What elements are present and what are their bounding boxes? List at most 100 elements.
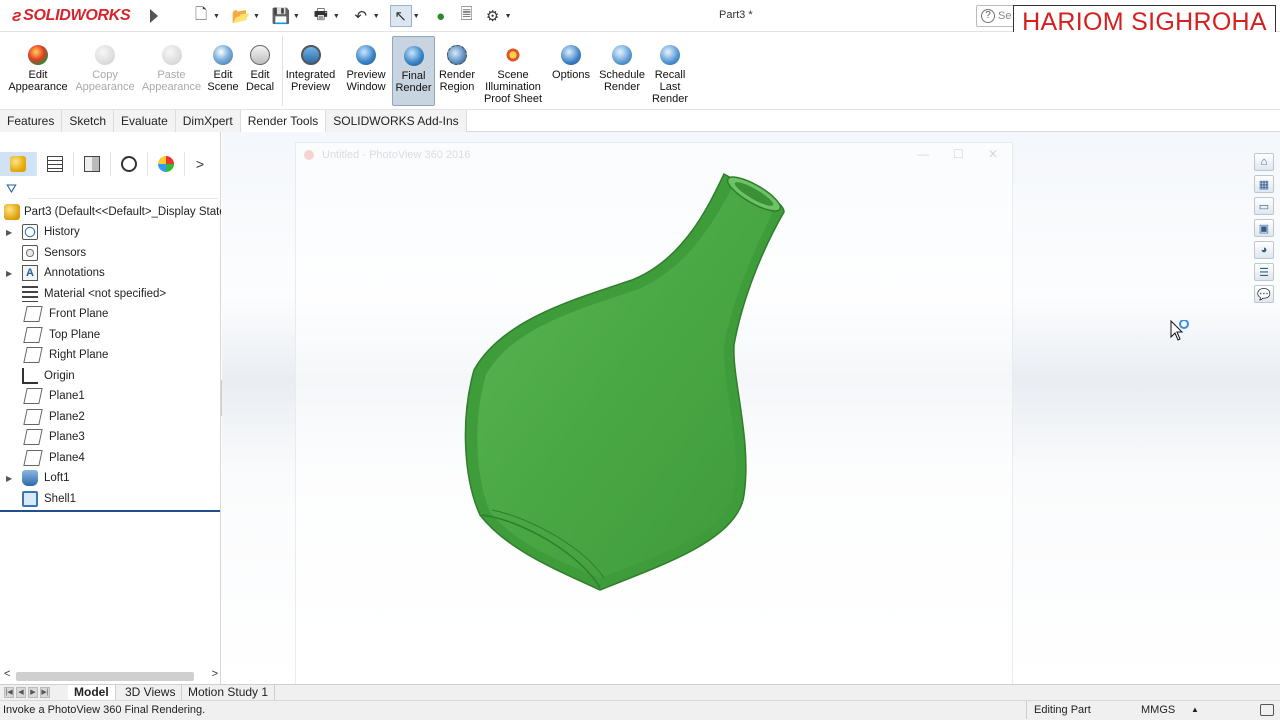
feature-manager-icon [10, 156, 26, 172]
tab-display-manager[interactable] [148, 152, 185, 176]
tab-property-manager[interactable] [37, 152, 74, 176]
chevron-down-icon[interactable]: ▼ [413, 13, 420, 20]
tree-item-plane3[interactable]: Plane3 [0, 427, 221, 448]
undo-icon[interactable]: ↶ [350, 5, 372, 27]
vase-model[interactable] [462, 170, 792, 600]
edit-scene-button[interactable]: Edit Scene [206, 36, 240, 106]
tab-3d-views[interactable]: 3D Views [119, 685, 183, 701]
search-input[interactable]: ? Se [976, 5, 1016, 27]
maximize-icon[interactable]: ☐ [953, 147, 964, 161]
chevron-down-icon[interactable]: ▼ [373, 13, 380, 20]
copy-appearance-label: Copy Appearance [75, 69, 135, 93]
tab-solidworks-add-ins[interactable]: SOLIDWORKS Add-Ins [326, 110, 467, 132]
tab-motion-study-1[interactable]: Motion Study 1 [182, 685, 276, 701]
minimize-icon[interactable]: — [917, 147, 929, 161]
options-button[interactable]: Options [549, 36, 593, 106]
custom-properties-icon[interactable]: ☰ [1254, 263, 1274, 281]
rx-chat-icon[interactable] [1260, 704, 1274, 716]
final-render-button[interactable]: Final Render [392, 36, 435, 106]
chevron-right-icon[interactable]: > [185, 156, 215, 172]
view-palette-icon[interactable]: ▣ [1254, 219, 1274, 237]
tree-item-label: Plane2 [49, 410, 85, 423]
photoview-title: Untitled - PhotoView 360 2016 [322, 149, 471, 161]
first-tab-icon[interactable]: |◀ [4, 687, 14, 698]
tree-root-part[interactable]: Part3 (Default<<Default>_Display State [0, 202, 221, 222]
tab-feature-manager[interactable] [0, 152, 37, 176]
tree-item-plane1[interactable]: Plane1 [0, 386, 221, 407]
chevron-up-icon[interactable]: ▲ [1191, 701, 1199, 719]
help-icon[interactable]: ? [981, 9, 995, 23]
scroll-right-icon[interactable]: > [212, 668, 218, 680]
open-icon[interactable]: 📂 [230, 5, 252, 27]
tree-item-annotations[interactable]: ▶ Annotations [0, 263, 221, 284]
copy-appearance-button[interactable]: Copy Appearance [74, 36, 136, 106]
tab-evaluate[interactable]: Evaluate [114, 110, 176, 132]
tree-item-material[interactable]: Material <not specified> [0, 284, 221, 305]
save-icon[interactable]: 💾 [270, 5, 292, 27]
tab-features[interactable]: Features [0, 110, 63, 132]
tab-render-tools[interactable]: Render Tools [240, 110, 327, 132]
tab-dimxpert[interactable]: DimXpert [175, 110, 241, 132]
last-tab-icon[interactable]: ▶| [40, 687, 50, 698]
status-message: Invoke a PhotoView 360 Final Rendering. [3, 704, 206, 716]
tree-item-loft1[interactable]: ▶ Loft1 [0, 468, 221, 489]
file-properties-icon[interactable]: 🗏 [456, 5, 478, 27]
paste-appearance-button[interactable]: Paste Appearance [140, 36, 203, 106]
edit-appearance-button[interactable]: Edit Appearance [6, 36, 70, 106]
unit-system-selector[interactable]: MMGS [1141, 701, 1175, 719]
expand-arrow-icon[interactable]: ▶ [0, 474, 16, 483]
tree-item-top-plane[interactable]: Top Plane [0, 325, 221, 346]
options-icon[interactable]: ⚙ [482, 5, 504, 27]
scroll-left-icon[interactable]: < [4, 668, 10, 680]
forum-icon[interactable]: 💬 [1254, 285, 1274, 303]
filter-field[interactable] [28, 198, 218, 199]
preview-window-button[interactable]: Preview Window [342, 36, 390, 106]
new-icon[interactable]: 🗋 [190, 5, 212, 27]
options-label: Options [552, 69, 590, 81]
menu-expand-arrow-icon[interactable] [150, 9, 158, 23]
print-icon[interactable]: 🖶 [310, 5, 332, 27]
tree-item-plane2[interactable]: Plane2 [0, 407, 221, 428]
scroll-thumb[interactable] [16, 672, 194, 681]
rollback-bar[interactable] [0, 510, 220, 512]
tree-item-origin[interactable]: Origin [0, 366, 221, 387]
scene-illumination-proof-sheet-button[interactable]: Scene Illumination Proof Sheet [482, 36, 544, 106]
appearances-scenes-icon[interactable]: ◕ [1254, 241, 1274, 259]
tree-item-history[interactable]: ▶ History [0, 222, 221, 243]
tab-dimxpert-manager[interactable] [111, 152, 148, 176]
filter-icon[interactable]: ⛛ [6, 181, 17, 197]
chevron-down-icon[interactable]: ▼ [505, 13, 512, 20]
tab-sketch[interactable]: Sketch [62, 110, 115, 132]
chevron-down-icon[interactable]: ▼ [253, 13, 260, 20]
solidworks-logo[interactable]: ƨ SOLIDWORKS [12, 4, 131, 28]
select-icon[interactable]: ↖ [389, 5, 412, 27]
close-icon[interactable]: ✕ [988, 147, 998, 161]
schedule-render-icon [612, 45, 632, 65]
render-region-button[interactable]: Render Region [437, 36, 477, 106]
tree-item-right-plane[interactable]: Right Plane [0, 345, 221, 366]
home-icon[interactable]: ⌂ [1254, 153, 1274, 171]
panel-horizontal-scrollbar[interactable]: < > [4, 668, 218, 683]
tab-model[interactable]: Model [68, 685, 116, 701]
prev-tab-icon[interactable]: ◀ [16, 687, 26, 698]
edit-appearance-label: Edit Appearance [8, 69, 68, 93]
tree-item-front-plane[interactable]: Front Plane [0, 304, 221, 325]
tree-item-shell1[interactable]: Shell1 [0, 489, 221, 510]
next-tab-icon[interactable]: ▶ [28, 687, 38, 698]
expand-arrow-icon[interactable]: ▶ [0, 228, 16, 237]
rebuild-icon[interactable]: ● [430, 5, 452, 27]
expand-arrow-icon[interactable]: ▶ [0, 269, 16, 278]
schedule-render-button[interactable]: Schedule Render [597, 36, 647, 106]
chevron-down-icon[interactable]: ▼ [213, 13, 220, 20]
tree-item-sensors[interactable]: Sensors [0, 243, 221, 264]
chevron-down-icon[interactable]: ▼ [293, 13, 300, 20]
chevron-down-icon[interactable]: ▼ [333, 13, 340, 20]
edit-decal-button[interactable]: Edit Decal [243, 36, 277, 106]
tree-item-plane4[interactable]: Plane4 [0, 448, 221, 469]
tab-configuration-manager[interactable] [74, 152, 111, 176]
command-manager: Edit Appearance Copy Appearance Paste Ap… [0, 32, 1280, 110]
recall-last-render-button[interactable]: Recall Last Render [650, 36, 690, 106]
design-library-icon[interactable]: ▦ [1254, 175, 1274, 193]
file-explorer-icon[interactable]: ▭ [1254, 197, 1274, 215]
integrated-preview-button[interactable]: Integrated Preview [282, 36, 338, 106]
